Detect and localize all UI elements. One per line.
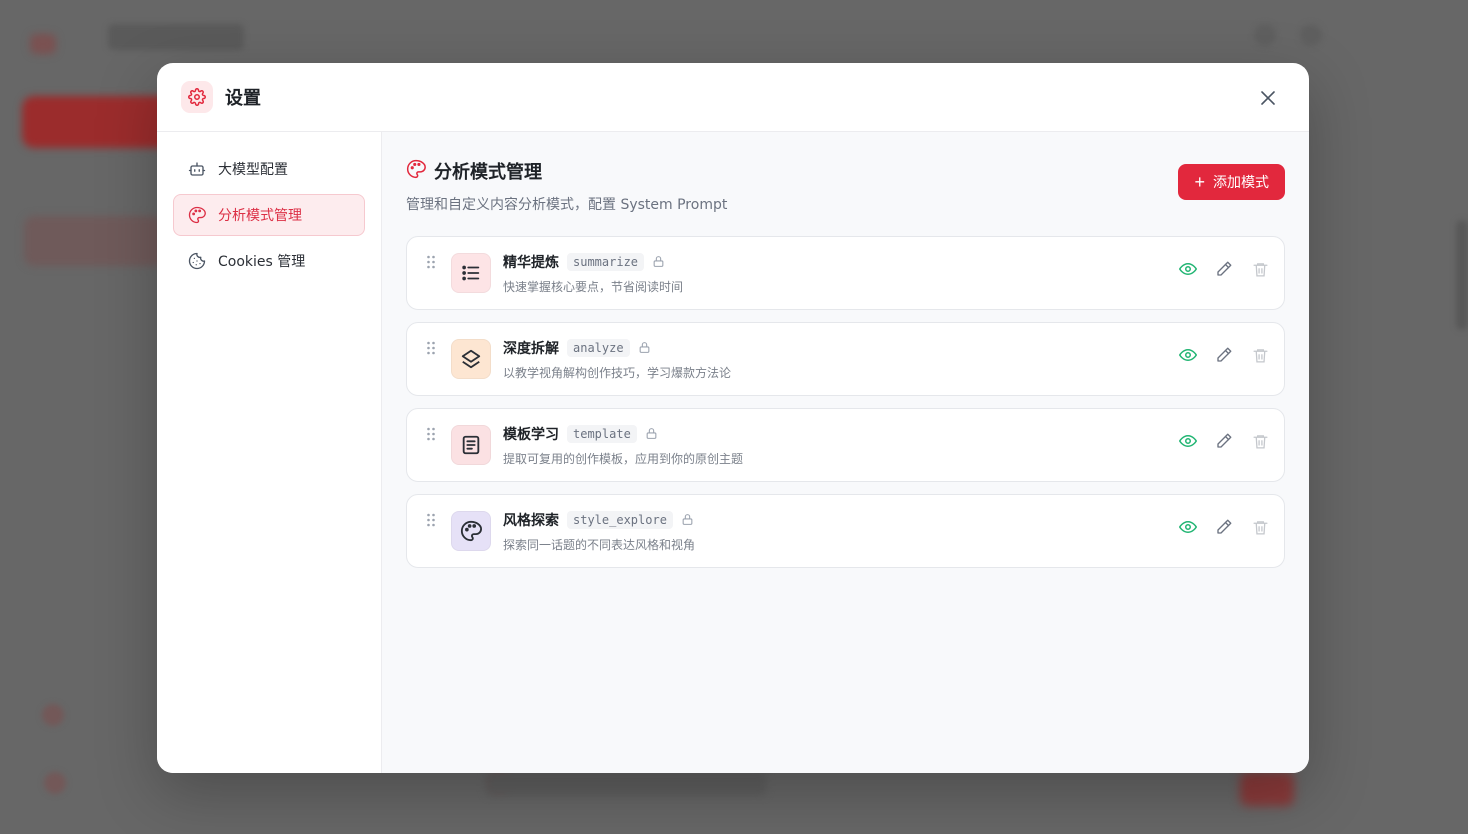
- mode-list: 精华提炼 summarize 快速掌握核心要点，节省阅读时间 深度拆解 anal…: [406, 236, 1285, 568]
- edit-icon[interactable]: [1214, 345, 1234, 365]
- close-button[interactable]: [1257, 87, 1279, 109]
- bg-red-button: [1240, 772, 1294, 806]
- mode-name-row: 模板学习 template: [503, 424, 1178, 444]
- mode-description: 探索同一话题的不同表达风格和视角: [503, 537, 696, 552]
- lock-icon: [681, 513, 695, 527]
- cookie-icon: [188, 252, 206, 270]
- mode-name: 精华提炼: [503, 254, 559, 271]
- mode-key-badge: style_explore: [567, 510, 673, 529]
- bot-icon: [188, 160, 206, 178]
- mode-name: 模板学习: [503, 426, 559, 443]
- plus-icon: +: [1194, 172, 1205, 192]
- mode-name: 风格探索: [503, 512, 559, 529]
- bg-list-item: [24, 216, 164, 266]
- eye-icon[interactable]: [1178, 517, 1198, 537]
- mode-card-template: 模板学习 template 提取可复用的创作模板，应用到你的原创主题: [406, 408, 1285, 482]
- layers-icon: [451, 339, 491, 379]
- mode-key-badge: summarize: [567, 252, 645, 271]
- lock-icon: [652, 255, 666, 269]
- modal-header: 设置: [157, 63, 1309, 132]
- mode-description: 提取可复用的创作模板，应用到你的原创主题: [503, 451, 744, 466]
- bg-primary-button: [22, 96, 172, 148]
- settings-modal: 设置 大模型配置 分析模式管理 Cookies 管理 分析模式管理 管理和自定义…: [157, 63, 1309, 773]
- eye-icon[interactable]: [1178, 431, 1198, 451]
- palette-icon: [451, 511, 491, 551]
- palette-icon: [406, 159, 426, 183]
- trash-icon[interactable]: [1250, 259, 1270, 279]
- modal-title: 设置: [225, 88, 261, 109]
- content-title-block: 分析模式管理 管理和自定义内容分析模式，配置 System Prompt: [406, 158, 727, 214]
- modal-body: 大模型配置 分析模式管理 Cookies 管理 分析模式管理 管理和自定义内容分…: [157, 132, 1309, 773]
- close-icon: [1261, 91, 1275, 105]
- trash-icon[interactable]: [1250, 517, 1270, 537]
- settings-sidebar: 大模型配置 分析模式管理 Cookies 管理: [157, 132, 382, 773]
- content-title-row: 分析模式管理: [406, 158, 727, 184]
- eye-icon[interactable]: [1178, 259, 1198, 279]
- mode-card-summarize: 精华提炼 summarize 快速掌握核心要点，节省阅读时间: [406, 236, 1285, 310]
- mode-name-row: 深度拆解 analyze: [503, 338, 1178, 358]
- mode-actions: [1178, 345, 1270, 365]
- trash-icon[interactable]: [1250, 345, 1270, 365]
- drag-handle-icon[interactable]: [423, 426, 439, 450]
- mode-card-analyze: 深度拆解 analyze 以教学视角解构创作技巧，学习爆款方法论: [406, 322, 1285, 396]
- sidebar-item-label: 大模型配置: [218, 162, 288, 178]
- edit-icon[interactable]: [1214, 517, 1234, 537]
- bg-logo: [30, 34, 56, 54]
- mode-name: 深度拆解: [503, 340, 559, 357]
- list-icon: [451, 253, 491, 293]
- bg-status-bar: [486, 772, 766, 796]
- add-mode-label: 添加模式: [1213, 174, 1269, 190]
- mode-name-row: 精华提炼 summarize: [503, 252, 1178, 272]
- bg-user-icon: [1300, 24, 1322, 46]
- palette-icon: [188, 206, 206, 224]
- mode-info: 模板学习 template 提取可复用的创作模板，应用到你的原创主题: [503, 424, 1178, 467]
- mode-key-badge: template: [567, 424, 637, 443]
- bg-avatar: [44, 772, 66, 794]
- content-panel: 分析模式管理 管理和自定义内容分析模式，配置 System Prompt + 添…: [382, 132, 1309, 773]
- bg-app-title: [108, 24, 244, 50]
- gear-icon: [181, 81, 213, 113]
- mode-key-badge: analyze: [567, 338, 630, 357]
- lock-icon: [638, 341, 652, 355]
- mode-card-style-explore: 风格探索 style_explore 探索同一话题的不同表达风格和视角: [406, 494, 1285, 568]
- lock-icon: [645, 427, 659, 441]
- sidebar-item-analysis-modes[interactable]: 分析模式管理: [173, 194, 365, 236]
- mode-info: 深度拆解 analyze 以教学视角解构创作技巧，学习爆款方法论: [503, 338, 1178, 381]
- drag-handle-icon[interactable]: [423, 512, 439, 536]
- edit-icon[interactable]: [1214, 431, 1234, 451]
- edit-icon[interactable]: [1214, 259, 1234, 279]
- mode-info: 风格探索 style_explore 探索同一话题的不同表达风格和视角: [503, 510, 1178, 553]
- mode-actions: [1178, 517, 1270, 537]
- mode-actions: [1178, 259, 1270, 279]
- mode-name-row: 风格探索 style_explore: [503, 510, 1178, 530]
- mode-description: 快速掌握核心要点，节省阅读时间: [503, 279, 684, 294]
- content-description: 管理和自定义内容分析模式，配置 System Prompt: [406, 197, 728, 213]
- drag-handle-icon[interactable]: [423, 254, 439, 278]
- sidebar-item-label: Cookies 管理: [218, 254, 306, 270]
- bg-edge-handle: [1456, 220, 1468, 330]
- drag-handle-icon[interactable]: [423, 340, 439, 364]
- mode-actions: [1178, 431, 1270, 451]
- bg-search-icon: [1254, 24, 1276, 46]
- content-header: 分析模式管理 管理和自定义内容分析模式，配置 System Prompt + 添…: [406, 158, 1285, 214]
- mode-description: 以教学视角解构创作技巧，学习爆款方法论: [503, 365, 732, 380]
- add-mode-button[interactable]: + 添加模式: [1178, 164, 1285, 200]
- content-title: 分析模式管理: [434, 162, 542, 183]
- sidebar-item-cookies[interactable]: Cookies 管理: [173, 240, 365, 282]
- mode-info: 精华提炼 summarize 快速掌握核心要点，节省阅读时间: [503, 252, 1178, 295]
- document-icon: [451, 425, 491, 465]
- eye-icon[interactable]: [1178, 345, 1198, 365]
- bg-avatar: [42, 704, 64, 726]
- trash-icon[interactable]: [1250, 431, 1270, 451]
- sidebar-item-label: 分析模式管理: [218, 208, 302, 224]
- sidebar-item-llm-config[interactable]: 大模型配置: [173, 148, 365, 190]
